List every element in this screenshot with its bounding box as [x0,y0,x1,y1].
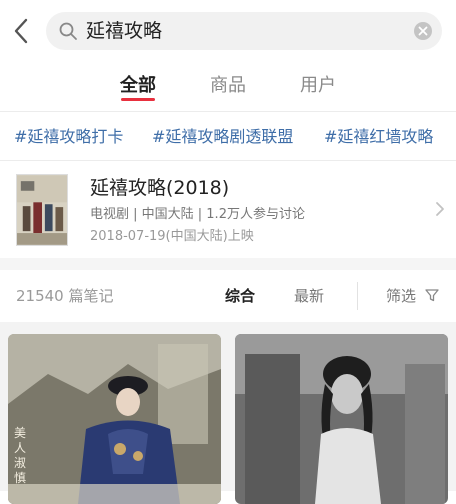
chevron-right-icon [436,202,444,216]
section-divider [0,258,456,270]
filter-icon[interactable] [425,288,439,302]
filter-button[interactable]: 筛选 [386,286,416,306]
note-image-right [235,334,448,504]
back-arrow-icon[interactable] [10,16,34,46]
clear-icon[interactable] [414,22,432,40]
search-query[interactable]: 延禧攻略 [86,19,162,43]
hashtag-red-wall[interactable]: #延禧红墙攻略 [324,127,433,147]
top-bar: 延禧攻略 [0,0,456,62]
tab-all[interactable]: 全部 [120,74,156,98]
sort-bar: 21540 篇笔记 综合 最新 筛选 [0,270,456,322]
note-image-left [8,334,221,504]
sort-latest[interactable]: 最新 [294,286,324,306]
hashtag-row: #延禧攻略打卡 #延禧攻略剧透联盟 #延禧红墙攻略 [0,113,456,161]
drama-title: 延禧攻略(2018) [90,177,230,199]
note-overlay-text: 美人 淑慎 [14,426,27,485]
search-bar[interactable]: 延禧攻略 [46,12,442,50]
drama-card[interactable]: 延禧攻略(2018) 电视剧 | 中国大陆 | 1.2万人参与讨论 2018-0… [0,162,456,258]
hashtag-spoiler[interactable]: #延禧攻略剧透联盟 [152,127,293,147]
drama-meta: 电视剧 | 中国大陆 | 1.2万人参与讨论 [90,207,305,222]
sort-separator [357,282,358,310]
tab-products[interactable]: 商品 [210,74,246,98]
search-icon [59,22,77,40]
search-tabs: 全部 商品 用户 [0,62,456,112]
tab-users[interactable]: 用户 [300,74,336,98]
drama-release-date: 2018-07-19(中国大陆)上映 [90,229,254,244]
sort-comprehensive[interactable]: 综合 [225,286,255,306]
note-card-left[interactable]: 美人 淑慎 [8,334,221,504]
drama-poster [16,174,68,246]
note-card-right[interactable] [235,334,448,504]
note-count: 21540 篇笔记 [16,287,114,305]
active-tab-indicator [121,98,155,101]
hashtag-checkin[interactable]: #延禧攻略打卡 [14,127,123,147]
